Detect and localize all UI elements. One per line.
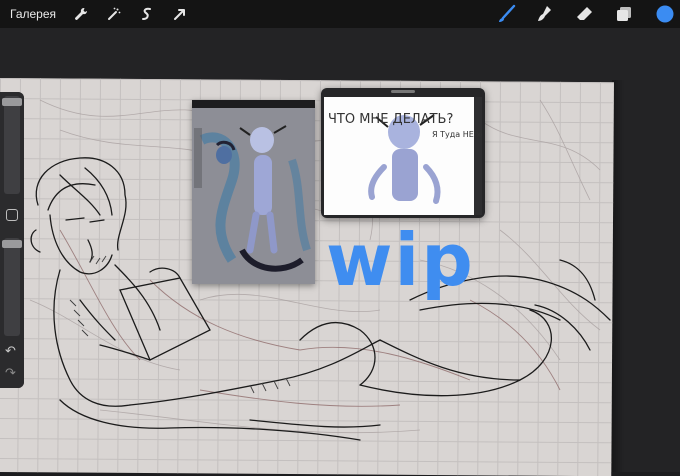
redo-icon[interactable]: ↷ <box>5 366 16 380</box>
reference-topbar <box>192 100 315 108</box>
brush-size-slider[interactable] <box>2 96 22 194</box>
opacity-thumb[interactable] <box>2 240 22 248</box>
brush-size-thumb[interactable] <box>2 98 22 106</box>
reference-screen: ЧТО МНЕ ДЕЛАТЬ? Я Туда НЕ хочу <box>324 97 482 215</box>
reference-text-right: Я Туда НЕ хочу <box>432 130 482 139</box>
brush-sidebar: ↶ ↷ <box>0 92 24 388</box>
undo-icon[interactable]: ↶ <box>5 344 16 358</box>
opacity-slider[interactable] <box>2 238 22 336</box>
reference-character-drawing <box>192 108 315 284</box>
reference-image-left[interactable] <box>192 100 315 284</box>
wip-label: wip <box>326 218 475 302</box>
reference-comic-drawing: ЧТО МНЕ ДЕЛАТЬ? Я Туда НЕ хочу <box>328 97 482 215</box>
reference-grabber[interactable] <box>391 90 415 93</box>
modify-button[interactable] <box>6 209 18 221</box>
reference-image-right[interactable]: ЧТО МНЕ ДЕЛАТЬ? Я Туда НЕ хочу <box>321 88 485 218</box>
reference-text-left: ЧТО МНЕ ДЕЛАТЬ? <box>328 112 453 127</box>
